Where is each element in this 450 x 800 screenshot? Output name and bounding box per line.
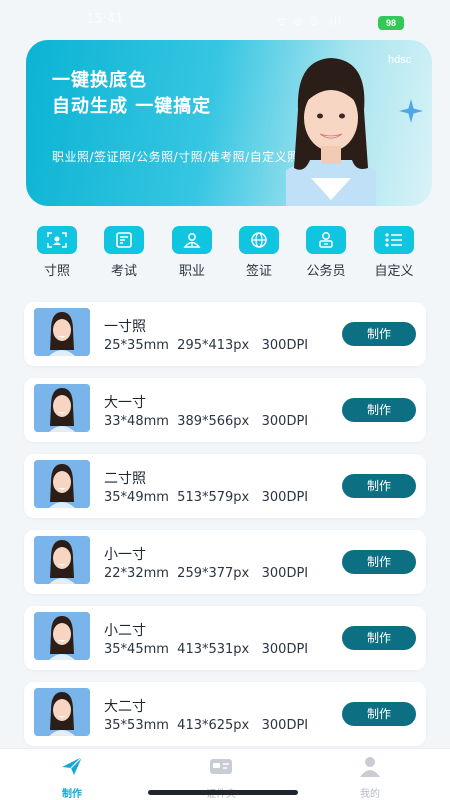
size-card-1[interactable]: 一寸照 25*35mm 295*413px 300DPI 制作 xyxy=(24,302,426,366)
sample-photo xyxy=(34,688,90,736)
category-exam[interactable]: 考试 xyxy=(94,226,154,282)
make-button[interactable]: 制作 xyxy=(342,702,416,726)
size-spec: 25*35mm 295*413px 300DPI xyxy=(104,338,309,353)
sample-photo xyxy=(34,384,90,432)
size-card-3[interactable]: 二寸照 35*49mm 513*579px 300DPI 制作 xyxy=(24,454,426,518)
size-card-2[interactable]: 大一寸 33*48mm 389*566px 300DPI 制作 xyxy=(24,378,426,442)
category-label: 职业 xyxy=(178,264,205,279)
category-visa[interactable]: 签证 xyxy=(229,226,289,282)
category-label: 公务员 xyxy=(306,264,346,279)
size-spec: 33*48mm 389*566px 300DPI xyxy=(104,414,309,429)
size-title: 小一寸 xyxy=(104,547,146,563)
profession-icon xyxy=(172,226,212,254)
sparkle-icon xyxy=(399,99,423,123)
size-title: 一寸照 xyxy=(104,319,146,335)
category-profession[interactable]: 职业 xyxy=(162,226,222,282)
home-indicator xyxy=(148,790,298,795)
tab-label: 我的 xyxy=(360,789,380,800)
exam-icon xyxy=(104,226,144,254)
plane-icon xyxy=(60,755,84,777)
size-title: 大一寸 xyxy=(104,395,146,411)
size-title: 大二寸 xyxy=(104,699,146,715)
id-photo-icon xyxy=(37,226,77,254)
size-spec: 35*45mm 413*531px 300DPI xyxy=(104,642,309,657)
category-civil-servant[interactable]: 公务员 xyxy=(296,226,356,282)
custom-list-icon xyxy=(374,226,414,254)
user-icon xyxy=(358,755,382,777)
size-spec: 35*49mm 513*579px 300DPI xyxy=(104,490,309,505)
tab-make[interactable]: 制作 xyxy=(32,755,112,800)
make-button[interactable]: 制作 xyxy=(342,474,416,498)
category-label: 自定义 xyxy=(374,264,414,279)
banner-subheadline: 自动生成 一键搞定 xyxy=(52,96,212,117)
size-spec: 22*32mm 259*377px 300DPI xyxy=(104,566,309,581)
make-button[interactable]: 制作 xyxy=(342,626,416,650)
status-time: 15:41 xyxy=(86,12,124,27)
make-button[interactable]: 制作 xyxy=(342,322,416,346)
size-title: 二寸照 xyxy=(104,471,146,487)
make-button[interactable]: 制作 xyxy=(342,550,416,574)
banner-portrait xyxy=(286,58,376,206)
tab-label: 制作 xyxy=(62,789,82,800)
category-label: 寸照 xyxy=(43,264,70,279)
category-custom[interactable]: 自定义 xyxy=(364,226,424,282)
size-card-4[interactable]: 小一寸 22*32mm 259*377px 300DPI 制作 xyxy=(24,530,426,594)
status-bar: 15:41 ᯤ ⊕ ⊙ .ıll 98 xyxy=(0,0,450,40)
id-card-icon xyxy=(209,755,233,777)
sample-photo xyxy=(34,536,90,584)
civil-servant-icon xyxy=(306,226,346,254)
sample-photo xyxy=(34,612,90,660)
size-title: 小二寸 xyxy=(104,623,146,639)
category-label: 考试 xyxy=(110,264,137,279)
category-label: 签证 xyxy=(245,264,272,279)
tab-mine[interactable]: 我的 xyxy=(330,755,410,800)
sample-photo xyxy=(34,460,90,508)
size-card-5[interactable]: 小二寸 35*45mm 413*531px 300DPI 制作 xyxy=(24,606,426,670)
size-spec: 35*53mm 413*625px 300DPI xyxy=(104,718,309,733)
category-row: 寸照 考试 职业 签证 公务员 自定义 xyxy=(0,226,450,286)
sample-photo xyxy=(34,308,90,356)
banner-headline: 一键换底色 xyxy=(52,70,147,91)
battery-icon: 98 xyxy=(378,16,404,30)
signal-icons: ᯤ ⊕ ⊙ .ıll xyxy=(276,14,343,28)
size-card-6[interactable]: 大二寸 35*53mm 413*625px 300DPI 制作 xyxy=(24,682,426,746)
promo-banner[interactable]: 一键换底色 自动生成 一键搞定 职业照/签证照/公务照/寸照/准考照/自定义照片… xyxy=(26,40,432,206)
category-id-photo[interactable]: 寸照 xyxy=(27,226,87,282)
make-button[interactable]: 制作 xyxy=(342,398,416,422)
globe-icon xyxy=(239,226,279,254)
